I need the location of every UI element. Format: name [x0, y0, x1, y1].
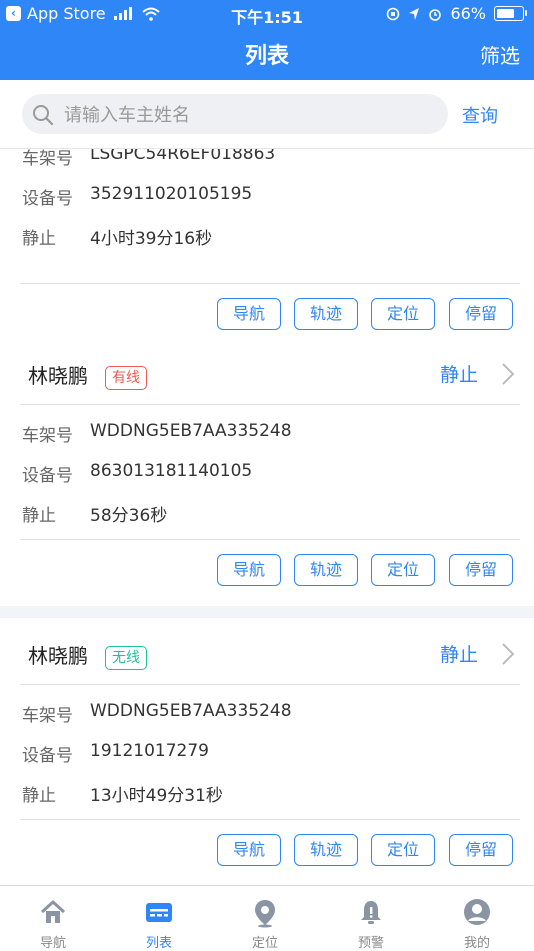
track-button[interactable]: 轨迹	[294, 298, 358, 330]
list-icon	[146, 903, 172, 922]
user-icon	[464, 899, 490, 925]
field-label: 静止	[22, 506, 56, 526]
stay-button[interactable]: 停留	[449, 298, 513, 330]
vehicle-card: 林晓鹏 有线 静止 车架号 WDDNG5EB7AA335248 设备号 8630…	[0, 338, 534, 606]
field-label: 设备号	[22, 466, 73, 486]
card-fields: 车架号 WDDNG5EB7AA335248 设备号 86301318114010…	[20, 405, 520, 540]
field-label: 静止	[22, 786, 56, 806]
field-label: 车架号	[22, 426, 73, 446]
tab-alerts[interactable]: 预警	[318, 886, 424, 951]
field-value: WDDNG5EB7AA335248	[90, 421, 292, 441]
vehicle-card: 车架号 LSGPC54R6EF018863 设备号 35291102010519…	[0, 148, 534, 350]
search-button[interactable]: 查询	[462, 102, 498, 128]
field-value: 4小时39分16秒	[90, 229, 213, 249]
field-label: 车架号	[22, 149, 73, 169]
tab-label: 我的	[463, 936, 490, 951]
tab-profile[interactable]: 我的	[424, 886, 530, 951]
navigate-button[interactable]: 导航	[217, 298, 281, 330]
stay-button[interactable]: 停留	[449, 554, 513, 586]
field-value: 352911020105195	[90, 184, 253, 204]
location-arrow-icon	[409, 7, 420, 20]
tab-label: 导航	[39, 936, 66, 951]
card-header[interactable]: 林晓鹏 无线 静止	[20, 618, 520, 685]
field-label: 静止	[22, 229, 56, 249]
field-value: 58分36秒	[90, 506, 168, 526]
owner-name: 林晓鹏	[28, 364, 88, 388]
field-label: 设备号	[22, 189, 73, 209]
field-value: 863013181140105	[90, 461, 253, 481]
screen-rotation-lock-icon	[387, 7, 400, 20]
page-title: 列表	[244, 44, 289, 69]
owner-name: 林晓鹏	[28, 644, 88, 668]
field-label: 车架号	[22, 706, 73, 726]
card-fields: 车架号 WDDNG5EB7AA335248 设备号 19121017279 静止…	[20, 685, 520, 820]
home-icon	[40, 900, 66, 923]
location-pin-icon	[255, 900, 275, 928]
locate-button[interactable]: 定位	[371, 554, 435, 586]
vehicle-card: 林晓鹏 无线 静止 车架号 WDDNG5EB7AA335248 设备号 1912…	[0, 618, 534, 885]
tab-navigation[interactable]: 导航	[0, 886, 106, 951]
field-value: 19121017279	[90, 741, 209, 761]
tab-list[interactable]: 列表	[106, 886, 212, 951]
vehicle-list[interactable]: 车架号 LSGPC54R6EF018863 设备号 35291102010519…	[0, 148, 534, 885]
alarm-bell-icon	[361, 901, 381, 924]
alarm-clock-icon	[429, 8, 442, 21]
battery-percent: 66%	[450, 4, 486, 23]
field-label: 设备号	[22, 746, 73, 766]
track-button[interactable]: 轨迹	[294, 554, 358, 586]
filter-button[interactable]: 筛选	[480, 40, 520, 69]
status-right: 66%	[386, 4, 527, 23]
app-header: ‹ App Store 下午1:51 66% 列表 筛选	[0, 0, 534, 80]
bottom-tab-bar: 导航 列表 定位 预警 我的	[0, 885, 534, 951]
status-badge: 有线	[105, 366, 147, 390]
motion-state: 静止	[439, 644, 478, 666]
card-actions: 导航 轨迹 定位 停留	[0, 820, 534, 885]
search-box	[22, 94, 448, 136]
search-bar: 查询	[0, 80, 534, 149]
field-value: 13小时49分31秒	[90, 786, 223, 806]
card-header[interactable]: 林晓鹏 有线 静止	[20, 338, 520, 405]
track-button[interactable]: 轨迹	[294, 834, 358, 866]
battery-icon	[494, 6, 527, 21]
motion-state: 静止	[439, 364, 478, 386]
card-fields: 车架号 LSGPC54R6EF018863 设备号 35291102010519…	[20, 148, 520, 284]
chevron-right-icon	[502, 363, 515, 385]
locate-button[interactable]: 定位	[371, 298, 435, 330]
search-icon	[33, 105, 54, 126]
stay-button[interactable]: 停留	[449, 834, 513, 866]
search-input[interactable]	[62, 94, 436, 136]
tab-label: 预警	[357, 936, 384, 951]
locate-button[interactable]: 定位	[371, 834, 435, 866]
chevron-right-icon	[502, 643, 515, 665]
navigate-button[interactable]: 导航	[217, 554, 281, 586]
status-badge: 无线	[105, 646, 147, 670]
field-value: WDDNG5EB7AA335248	[90, 701, 292, 721]
field-value: LSGPC54R6EF018863	[90, 148, 276, 164]
card-actions: 导航 轨迹 定位 停留	[0, 540, 534, 606]
navigate-button[interactable]: 导航	[217, 834, 281, 866]
status-bar: ‹ App Store 下午1:51 66%	[0, 0, 534, 28]
tab-label: 定位	[251, 936, 278, 951]
tab-label: 列表	[145, 936, 172, 951]
tab-locate[interactable]: 定位	[212, 886, 318, 951]
